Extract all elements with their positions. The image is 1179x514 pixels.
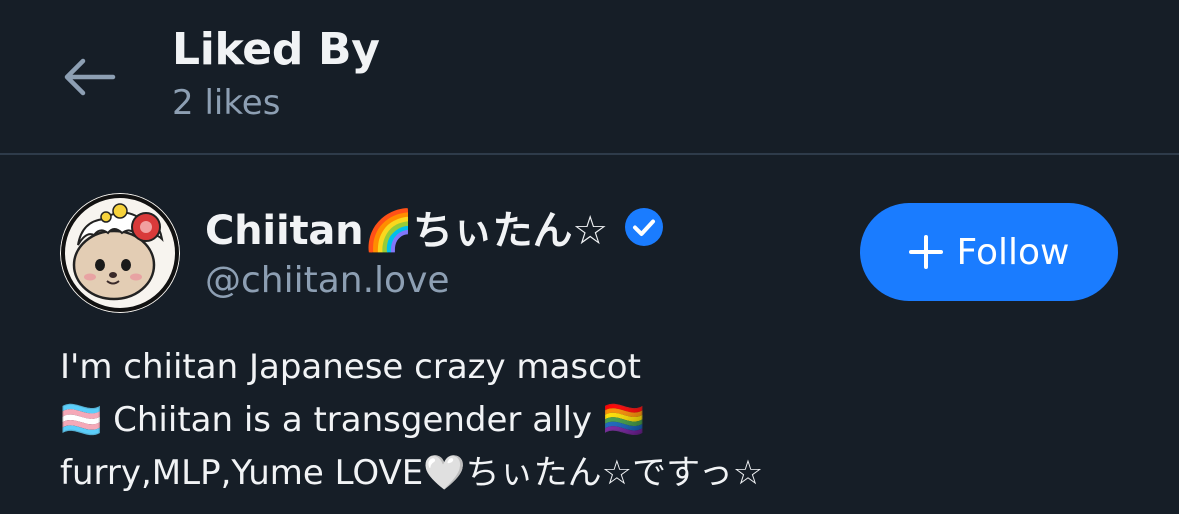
user-list-item[interactable]: Chiitan🌈ちぃたん☆ @chiitan.love Follow I'm c…	[0, 155, 1179, 514]
likes-count: 2 likes	[172, 83, 281, 123]
user-bio: I'm chiitan Japanese crazy mascot 🏳️‍⚧️ …	[60, 341, 1120, 500]
follow-button[interactable]: Follow	[860, 203, 1118, 301]
liked-by-screen: Liked By 2 likes Chiitan🌈ちぃたん☆ @chiitan.…	[0, 0, 1179, 514]
arrow-left-icon	[64, 58, 116, 96]
otter-mascot-avatar	[60, 193, 180, 313]
back-button[interactable]	[50, 45, 128, 109]
display-name-line: Chiitan🌈ちぃたん☆	[205, 199, 664, 255]
header-bar: Liked By 2 likes	[0, 0, 1179, 153]
header-titles: Liked By 2 likes	[172, 22, 380, 126]
user-handle: @chiitan.love	[205, 260, 450, 301]
verified-check-icon[interactable]	[624, 207, 664, 247]
bio-line: I'm chiitan Japanese crazy mascot	[60, 347, 641, 387]
page-title: Liked By	[172, 24, 380, 75]
display-name: Chiitan🌈ちぃたん☆	[205, 208, 608, 254]
avatar[interactable]	[60, 193, 180, 313]
plus-icon	[908, 235, 943, 269]
follow-button-label: Follow	[956, 231, 1070, 273]
bio-line: 🏳️‍⚧️ Chiitan is a transgender ally 🏳️‍🌈	[60, 400, 646, 440]
bio-line: furry,MLP,Yume LOVE🤍ちぃたん☆ですっ☆	[60, 453, 764, 493]
